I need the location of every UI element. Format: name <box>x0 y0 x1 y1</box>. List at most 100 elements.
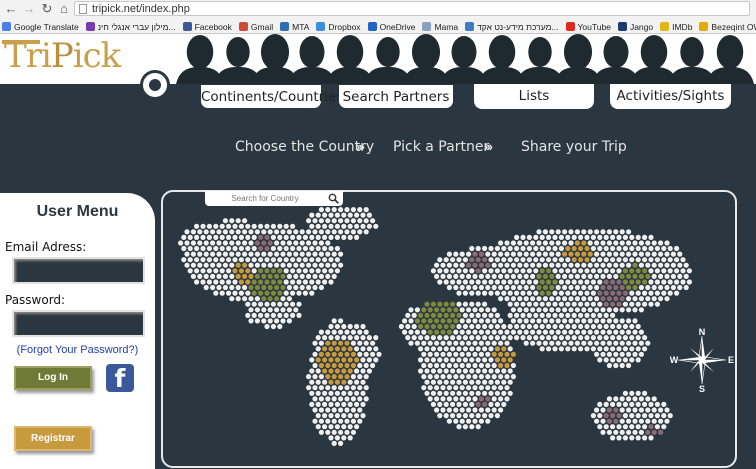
map-dot[interactable] <box>184 229 190 235</box>
map-dot[interactable] <box>446 374 452 380</box>
map-dot[interactable] <box>238 234 244 240</box>
map-dot[interactable] <box>264 301 270 307</box>
map-dot[interactable] <box>226 257 232 263</box>
map-dot[interactable] <box>187 257 193 263</box>
map-dot[interactable] <box>587 251 593 257</box>
map-dot[interactable] <box>542 318 548 324</box>
map-dot[interactable] <box>434 385 440 391</box>
map-dot[interactable] <box>472 351 478 357</box>
map-dot[interactable] <box>363 218 369 224</box>
map-dot[interactable] <box>286 229 292 235</box>
map-dot[interactable] <box>318 351 324 357</box>
map-dot[interactable] <box>354 390 360 396</box>
map-dot[interactable] <box>238 290 244 296</box>
map-dot[interactable] <box>248 284 254 291</box>
map-dot[interactable] <box>504 284 510 291</box>
map-dot[interactable] <box>197 229 203 235</box>
map-dot[interactable] <box>309 401 315 407</box>
map-dot[interactable] <box>203 273 209 279</box>
map-dot[interactable] <box>299 240 305 246</box>
map-dot[interactable] <box>635 335 641 341</box>
map-dot[interactable] <box>517 273 523 279</box>
map-dot[interactable] <box>318 418 324 424</box>
map-dot[interactable] <box>331 340 337 346</box>
map-dot[interactable] <box>267 284 273 291</box>
map-dot[interactable] <box>283 301 289 307</box>
map-dot[interactable] <box>478 385 484 391</box>
map-dot[interactable] <box>530 329 536 335</box>
map-dot[interactable] <box>635 424 641 430</box>
map-dot[interactable] <box>469 401 475 407</box>
map-dot[interactable] <box>501 401 507 407</box>
map-dot[interactable] <box>270 301 276 307</box>
map-dot[interactable] <box>434 329 440 335</box>
map-dot[interactable] <box>258 301 264 307</box>
map-dot[interactable] <box>581 318 587 324</box>
map-dot[interactable] <box>568 240 574 246</box>
map-dot[interactable] <box>222 251 228 257</box>
map-dot[interactable] <box>632 284 638 291</box>
map-dot[interactable] <box>360 212 366 218</box>
map-dot[interactable] <box>539 301 545 307</box>
map-dot[interactable] <box>510 362 516 369</box>
map-dot[interactable] <box>626 340 632 346</box>
map-dot[interactable] <box>594 329 600 335</box>
map-dot[interactable] <box>235 251 241 257</box>
map-dot[interactable] <box>635 257 641 263</box>
password-field[interactable] <box>12 310 145 337</box>
map-dot[interactable] <box>638 296 644 302</box>
map-dot[interactable] <box>574 262 580 268</box>
map-dot[interactable] <box>610 301 616 307</box>
map-dot[interactable] <box>357 218 363 224</box>
map-dot[interactable] <box>334 245 340 252</box>
map-dot[interactable] <box>565 323 571 330</box>
map-dot[interactable] <box>274 296 280 302</box>
map-dot[interactable] <box>581 262 587 268</box>
map-dot[interactable] <box>606 229 612 235</box>
map-dot[interactable] <box>520 290 526 296</box>
map-dot[interactable] <box>235 273 241 279</box>
map-dot[interactable] <box>462 390 468 396</box>
map-dot[interactable] <box>616 357 622 363</box>
map-dot[interactable] <box>594 229 600 235</box>
map-dot[interactable] <box>315 268 321 274</box>
map-dot[interactable] <box>536 262 542 268</box>
map-dot[interactable] <box>482 312 488 318</box>
map-dot[interactable] <box>443 301 449 307</box>
map-dot[interactable] <box>456 268 462 274</box>
map-dot[interactable] <box>322 424 328 430</box>
map-dot[interactable] <box>306 251 312 257</box>
map-dot[interactable] <box>472 307 478 313</box>
map-dot[interactable] <box>315 379 321 385</box>
map-dot[interactable] <box>443 346 449 352</box>
map-dot[interactable] <box>363 329 369 335</box>
map-dot[interactable] <box>600 407 606 413</box>
map-dot[interactable] <box>299 273 305 279</box>
map-dot[interactable] <box>232 279 238 285</box>
map-dot[interactable] <box>571 279 577 285</box>
map-dot[interactable] <box>354 401 360 407</box>
map-dot[interactable] <box>277 268 283 274</box>
map-dot[interactable] <box>258 312 264 318</box>
map-dot[interactable] <box>261 318 267 324</box>
map-dot[interactable] <box>411 323 417 330</box>
map-dot[interactable] <box>600 318 606 324</box>
map-dot[interactable] <box>462 368 468 374</box>
map-dot[interactable] <box>264 257 270 263</box>
map-dot[interactable] <box>632 429 638 435</box>
map-dot[interactable] <box>485 318 491 324</box>
map-dot[interactable] <box>485 351 491 357</box>
map-dot[interactable] <box>645 396 651 402</box>
map-dot[interactable] <box>248 251 254 257</box>
map-dot[interactable] <box>478 307 484 313</box>
map-dot[interactable] <box>613 229 619 235</box>
map-dot[interactable] <box>434 374 440 380</box>
map-dot[interactable] <box>507 245 513 252</box>
map-dot[interactable] <box>622 234 628 240</box>
map-dot[interactable] <box>622 346 628 352</box>
map-dot[interactable] <box>542 240 548 246</box>
email-field[interactable] <box>12 257 145 284</box>
map-dot[interactable] <box>539 257 545 263</box>
map-dot[interactable] <box>229 229 235 235</box>
map-dot[interactable] <box>533 312 539 318</box>
